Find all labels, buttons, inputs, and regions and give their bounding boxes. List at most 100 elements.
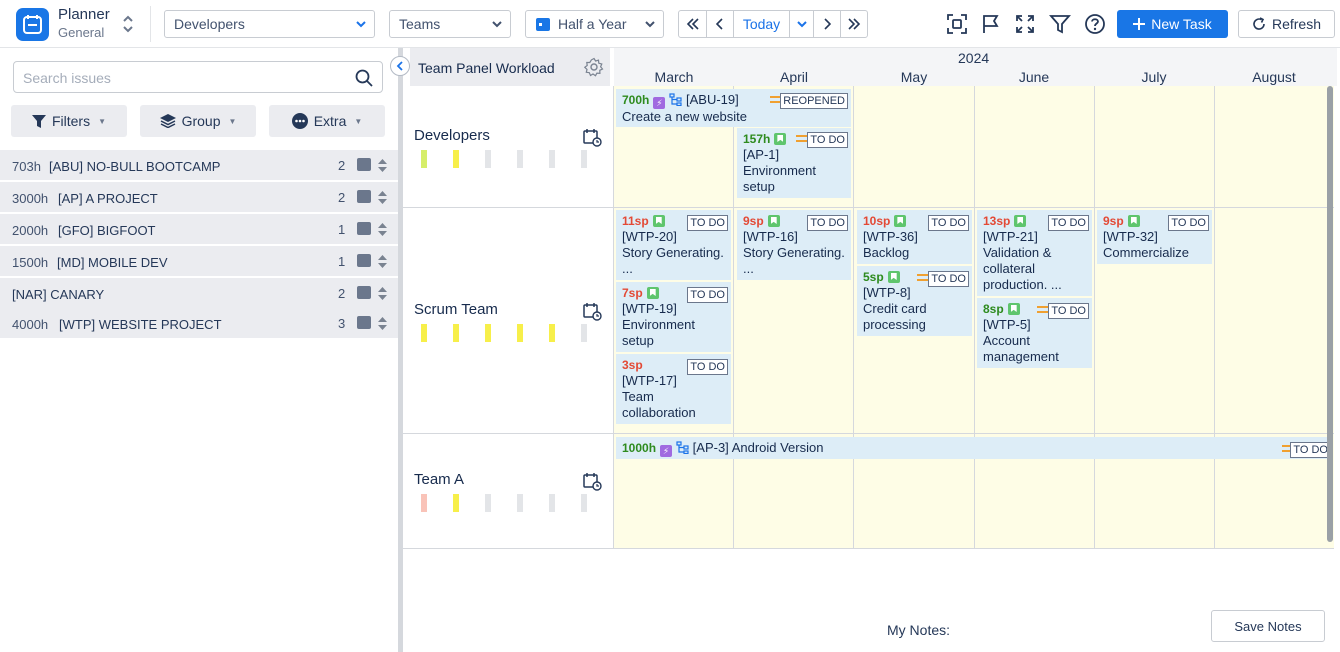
project-row[interactable]: 703h [ABU] NO-BULL BOOTCAMP 2 <box>0 150 398 180</box>
project-row[interactable]: 3000h [AP] A PROJECT 2 <box>0 182 398 212</box>
project-row[interactable]: 2000h [GFO] BIGFOOT 1 <box>0 214 398 244</box>
board-select[interactable]: Developers <box>164 10 375 38</box>
task-title: Android Version <box>731 440 824 455</box>
project-count: 1 <box>338 254 346 269</box>
task-card[interactable]: 8sp [WTP-5] Account management TO DO <box>977 298 1092 368</box>
group-select[interactable]: Teams <box>389 10 511 38</box>
extra-button[interactable]: Extra ▼ <box>269 105 385 137</box>
planner-logo-icon[interactable] <box>16 8 49 41</box>
issue-check-icon[interactable] <box>357 286 371 299</box>
project-hours: 3000h <box>12 191 49 206</box>
more-icon <box>291 113 308 129</box>
prev-button[interactable] <box>707 11 734 37</box>
task-card[interactable]: 1000h ⚡ [AP-3] Android Version TO DO <box>616 437 1331 459</box>
status-badge[interactable]: TO DO <box>807 132 848 148</box>
project-row[interactable]: 1500h [MD] MOBILE DEV 1 <box>0 246 398 276</box>
chevron-down-icon <box>796 21 807 28</box>
task-key: [WTP-8] <box>863 285 911 300</box>
epic-icon: ⚡ <box>660 445 673 457</box>
task-card[interactable]: 9sp [WTP-32] Commercialize TO DO <box>1097 210 1212 264</box>
vertical-scrollbar[interactable] <box>1327 86 1333 542</box>
fullscreen-icon[interactable] <box>1014 13 1036 35</box>
project-row[interactable]: 4000h [WTP] WEBSITE PROJECT 3 <box>0 308 398 338</box>
task-title: Validation & collateral production. ... <box>983 245 1062 292</box>
search-input[interactable]: Search issues <box>13 61 383 93</box>
status-badge[interactable]: TO DO <box>687 215 728 231</box>
issue-check-icon[interactable] <box>357 316 371 329</box>
save-notes-button[interactable]: Save Notes <box>1211 610 1325 642</box>
calendar-clock-icon[interactable] <box>583 302 602 321</box>
status-badge[interactable]: TO DO <box>687 359 728 375</box>
refresh-label: Refresh <box>1271 16 1322 32</box>
sort-icon[interactable] <box>377 158 388 173</box>
double-chevron-left-icon <box>686 18 699 30</box>
task-card[interactable]: 7sp [WTP-19] Environment setup TO DO <box>616 282 731 352</box>
settings-gear-icon[interactable] <box>584 57 604 77</box>
sort-icon[interactable] <box>377 222 388 237</box>
issue-check-icon[interactable] <box>357 254 371 267</box>
filter-icon[interactable] <box>1049 13 1071 35</box>
month-label: August <box>1252 69 1296 85</box>
project-count: 1 <box>338 222 346 237</box>
team-row-label: Developers <box>414 127 490 144</box>
new-task-button[interactable]: New Task <box>1117 10 1228 38</box>
month-column <box>1095 86 1215 548</box>
status-badge[interactable]: TO DO <box>687 287 728 303</box>
next-button[interactable] <box>814 11 841 37</box>
issue-check-icon[interactable] <box>357 190 371 203</box>
screenshot-icon[interactable] <box>946 13 968 35</box>
project-name: [AP] A PROJECT <box>58 191 158 206</box>
today-dropdown[interactable] <box>790 11 814 37</box>
sort-icon[interactable] <box>377 316 388 331</box>
group-button[interactable]: Group ▼ <box>140 105 256 137</box>
refresh-icon <box>1253 17 1265 30</box>
sidebar: Search issues Filters ▼ Group ▼ Extra ▼ 703… <box>0 48 398 652</box>
switch-app-icon[interactable] <box>121 13 135 35</box>
sort-icon[interactable] <box>377 286 388 301</box>
status-badge[interactable]: TO DO <box>807 215 848 231</box>
status-badge[interactable]: TO DO <box>1048 303 1089 319</box>
task-card[interactable]: 11sp [WTP-20] Story Generating. ... TO D… <box>616 210 731 280</box>
status-badge[interactable]: REOPENED <box>780 93 848 109</box>
workload-bar <box>517 150 523 168</box>
status-badge[interactable]: TO DO <box>1290 442 1331 458</box>
issue-check-icon[interactable] <box>357 158 371 171</box>
project-count: 2 <box>338 158 346 173</box>
status-badge[interactable]: TO DO <box>928 271 969 287</box>
today-button[interactable]: Today <box>734 11 790 37</box>
status-badge[interactable]: TO DO <box>1168 215 1209 231</box>
status-badge[interactable]: TO DO <box>928 215 969 231</box>
plus-icon <box>1133 18 1146 30</box>
search-placeholder: Search issues <box>23 70 111 86</box>
filters-button[interactable]: Filters ▼ <box>11 105 127 137</box>
calendar-clock-icon[interactable] <box>583 128 602 147</box>
project-row[interactable]: [NAR] CANARY 2 <box>0 278 398 308</box>
task-card[interactable]: 5sp [WTP-8] Credit card processing TO DO <box>857 266 972 336</box>
last-page-button[interactable] <box>841 11 867 37</box>
story-icon <box>652 215 665 227</box>
task-card[interactable]: 10sp [WTP-36] Backlog TO DO <box>857 210 972 264</box>
first-page-button[interactable] <box>679 11 707 37</box>
workload-bar <box>421 324 427 342</box>
task-card[interactable]: 13sp [WTP-21] Validation & collateral pr… <box>977 210 1092 296</box>
task-card[interactable]: 3sp [WTP-17] Team collaboration TO DO <box>616 354 731 424</box>
task-card[interactable]: 700h ⚡ [ABU-19] Create a new website REOP… <box>616 89 851 127</box>
calendar-clock-icon[interactable] <box>583 472 602 491</box>
refresh-button[interactable]: Refresh <box>1238 10 1335 38</box>
task-estimate: 13sp <box>983 214 1011 228</box>
sort-icon[interactable] <box>377 190 388 205</box>
range-select[interactable]: Half a Year <box>525 10 664 38</box>
task-estimate: 9sp <box>743 214 764 228</box>
workload-bar <box>453 150 459 168</box>
sort-icon[interactable] <box>377 254 388 269</box>
help-icon[interactable] <box>1084 13 1106 35</box>
status-badge[interactable]: TO DO <box>1048 215 1089 231</box>
task-key: [WTP-16] <box>743 229 798 244</box>
task-estimate: 10sp <box>863 214 891 228</box>
issue-check-icon[interactable] <box>357 222 371 235</box>
task-card[interactable]: 9sp [WTP-16] Story Generating. ... TO DO <box>737 210 851 280</box>
story-icon <box>894 215 907 227</box>
flag-icon[interactable] <box>980 13 1002 35</box>
row-divider <box>403 548 1334 549</box>
task-card[interactable]: 157h [AP-1] Environment setup TO DO <box>737 128 851 198</box>
